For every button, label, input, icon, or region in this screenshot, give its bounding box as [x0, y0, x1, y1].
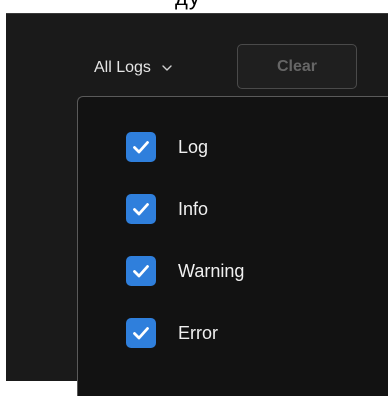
log-checkbox[interactable]: [126, 132, 156, 162]
checkmark-icon: [133, 203, 149, 216]
log-level-option-log[interactable]: Log: [126, 131, 208, 163]
log-level-menu: Log Info Warning Error: [77, 96, 388, 396]
log-level-option-warning[interactable]: Warning: [126, 255, 244, 287]
log-option-label: Log: [178, 136, 209, 157]
cropped-heading-fragment: ду: [175, 0, 201, 9]
console-panel: All Logs Clear Log Info Warning Error: [6, 13, 388, 396]
chevron-down-icon: [162, 65, 172, 71]
checkmark-icon: [133, 141, 149, 154]
error-checkbox[interactable]: [126, 318, 156, 348]
log-level-option-error[interactable]: Error: [126, 317, 218, 349]
checkmark-icon: [133, 327, 149, 340]
log-level-option-info[interactable]: Info: [126, 193, 208, 225]
warning-checkbox[interactable]: [126, 256, 156, 286]
warning-option-label: Warning: [178, 260, 245, 281]
clear-button[interactable]: Clear: [237, 44, 357, 89]
info-option-label: Info: [178, 198, 209, 219]
log-level-filter-label: All Logs: [94, 59, 151, 76]
info-checkbox[interactable]: [126, 194, 156, 224]
checkmark-icon: [133, 265, 149, 278]
error-option-label: Error: [178, 322, 218, 343]
log-level-filter-dropdown[interactable]: All Logs: [94, 55, 173, 81]
